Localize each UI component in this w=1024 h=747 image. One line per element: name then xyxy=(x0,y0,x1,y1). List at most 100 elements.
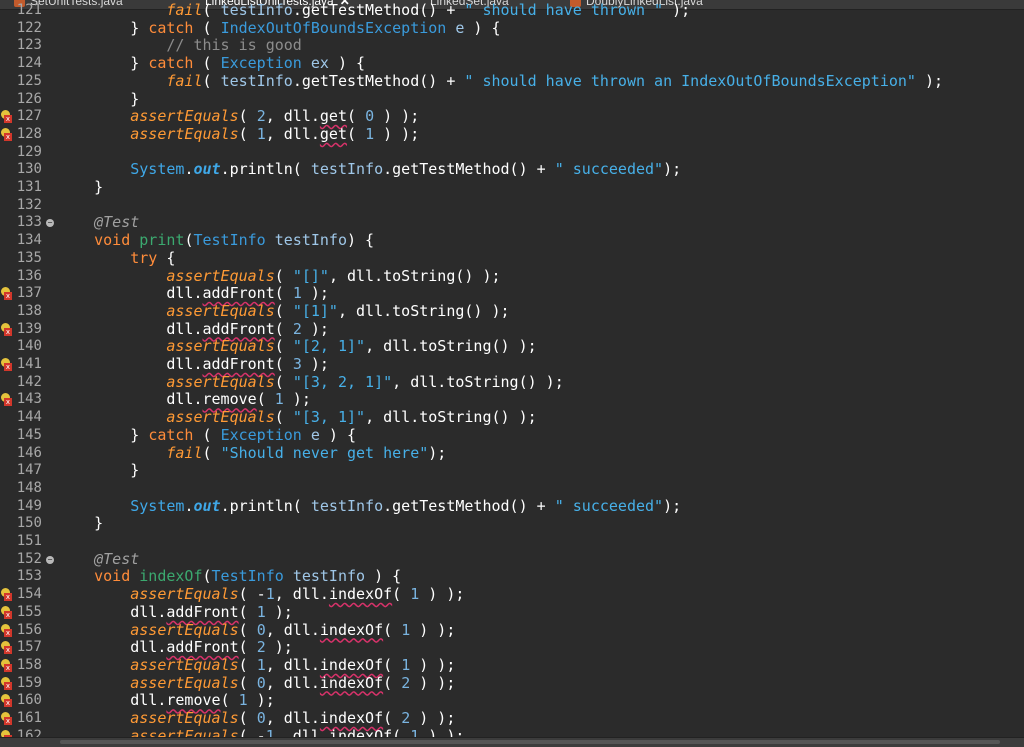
code-line[interactable]: x 159 assertEquals( 0, dll.indexOf( 2 ) )… xyxy=(0,674,1024,693)
code-line[interactable]: x 155 dll.addFront( 1 ); xyxy=(0,603,1024,622)
line-gutter[interactable]: x 127 xyxy=(0,108,52,126)
code-line[interactable]: x 139 dll.addFront( 2 ); xyxy=(0,320,1024,339)
quickfix-error-icon[interactable]: x xyxy=(1,322,13,336)
line-gutter[interactable]: 123 xyxy=(0,37,52,55)
quickfix-error-icon[interactable]: x xyxy=(1,658,13,672)
code-line[interactable]: 150 } xyxy=(0,515,1024,533)
code-line[interactable]: x 156 assertEquals( 0, dll.indexOf( 1 ) )… xyxy=(0,621,1024,640)
line-gutter[interactable]: 153 xyxy=(0,568,52,586)
line-gutter[interactable]: 121 xyxy=(0,2,52,20)
line-gutter[interactable]: 144 xyxy=(0,409,52,427)
line-gutter[interactable]: 151 xyxy=(0,533,52,551)
code-line[interactable]: 149 System.out.println( testInfo.getTest… xyxy=(0,497,1024,516)
quickfix-error-icon[interactable]: x xyxy=(1,641,13,655)
line-gutter[interactable]: 136 xyxy=(0,268,52,286)
code-editor[interactable]: 121 fail( testInfo.getTestMethod() + " s… xyxy=(0,1,1024,745)
line-gutter[interactable]: x 156 xyxy=(0,622,52,640)
code-line[interactable]: 152− @Test xyxy=(0,550,1024,569)
code-line[interactable]: 138 assertEquals( "[1]", dll.toString() … xyxy=(0,302,1024,321)
line-gutter[interactable]: 131 xyxy=(0,179,52,197)
fold-collapse-icon[interactable]: − xyxy=(46,555,54,564)
line-gutter[interactable]: 147 xyxy=(0,462,52,480)
line-gutter[interactable]: x 128 xyxy=(0,126,52,144)
code-line[interactable]: 126 } xyxy=(0,90,1024,109)
line-gutter[interactable]: 146 xyxy=(0,445,52,463)
quickfix-error-icon[interactable]: x xyxy=(1,712,13,725)
line-gutter[interactable]: x 160 xyxy=(0,692,52,710)
scrollbar-thumb[interactable] xyxy=(60,740,1000,744)
line-gutter[interactable]: x 158 xyxy=(0,657,52,675)
code-line[interactable]: x 128 assertEquals( 1, dll.get( 1 ) ); xyxy=(0,125,1024,144)
line-gutter[interactable]: 130 xyxy=(0,161,52,179)
quickfix-error-icon[interactable]: x xyxy=(1,588,13,602)
line-gutter[interactable]: 149 xyxy=(0,498,52,516)
code-line[interactable]: 153 void indexOf(TestInfo testInfo ) { xyxy=(0,568,1024,586)
code-line[interactable]: 140 assertEquals( "[2, 1]", dll.toString… xyxy=(0,337,1024,356)
code-line[interactable]: 134 void print(TestInfo testInfo) { xyxy=(0,231,1024,250)
line-gutter[interactable]: 134 xyxy=(0,232,52,250)
line-gutter[interactable]: 140 xyxy=(0,338,52,356)
line-gutter[interactable]: 129 xyxy=(0,144,52,162)
code-line[interactable]: x 154 assertEquals( -1, dll.indexOf( 1 ) … xyxy=(0,585,1024,604)
line-gutter[interactable]: 135 xyxy=(0,250,52,268)
line-gutter[interactable]: x 161 xyxy=(0,710,52,728)
quickfix-error-icon[interactable]: x xyxy=(1,393,13,407)
code-line[interactable]: x 158 assertEquals( 1, dll.indexOf( 1 ) )… xyxy=(0,656,1024,675)
line-gutter[interactable]: 122 xyxy=(0,20,52,38)
code-line[interactable]: 148 xyxy=(0,480,1024,498)
quickfix-error-icon[interactable]: x xyxy=(1,358,13,371)
line-gutter[interactable]: 142 xyxy=(0,374,52,392)
line-gutter[interactable]: 150 xyxy=(0,515,52,533)
quickfix-error-icon[interactable]: x xyxy=(1,287,13,301)
line-gutter[interactable]: 132 xyxy=(0,197,52,215)
line-gutter[interactable]: 148 xyxy=(0,480,52,498)
code-line[interactable]: 122 } catch ( IndexOutOfBoundsException … xyxy=(0,19,1024,38)
code-line[interactable]: 125 fail( testInfo.getTestMethod() + " s… xyxy=(0,72,1024,91)
code-line[interactable]: 129 xyxy=(0,144,1024,162)
line-gutter[interactable]: 138 xyxy=(0,303,52,321)
code-line[interactable]: 144 assertEquals( "[3, 1]", dll.toString… xyxy=(0,408,1024,427)
quickfix-error-icon[interactable]: x xyxy=(1,127,13,141)
line-gutter[interactable]: 125 xyxy=(0,73,52,91)
code-line[interactable]: x 160 dll.remove( 1 ); xyxy=(0,691,1024,710)
quickfix-error-icon[interactable]: x xyxy=(1,605,13,619)
code-line[interactable]: 142 assertEquals( "[3, 2, 1]", dll.toStr… xyxy=(0,373,1024,392)
code-line[interactable]: x 127 assertEquals( 2, dll.get( 0 ) ); xyxy=(0,107,1024,126)
code-line[interactable]: 136 assertEquals( "[]", dll.toString() )… xyxy=(0,267,1024,286)
code-line[interactable]: x 143 dll.remove( 1 ); xyxy=(0,391,1024,409)
code-line[interactable]: 123 // this is good xyxy=(0,37,1024,55)
line-gutter[interactable]: 145 xyxy=(0,427,52,445)
line-gutter[interactable]: x 159 xyxy=(0,675,52,693)
quickfix-error-icon[interactable]: x xyxy=(1,676,13,690)
line-gutter[interactable]: x 141 xyxy=(0,356,52,374)
line-gutter[interactable]: x 154 xyxy=(0,586,52,604)
quickfix-error-icon[interactable]: x xyxy=(1,110,13,124)
line-gutter[interactable]: 133− xyxy=(0,214,54,232)
code-line[interactable]: 133− @Test xyxy=(0,214,1024,232)
code-line[interactable]: 124 } catch ( Exception ex ) { xyxy=(0,54,1024,73)
code-line[interactable]: 135 try { xyxy=(0,249,1024,268)
code-line[interactable]: x 161 assertEquals( 0, dll.indexOf( 2 ) )… xyxy=(0,709,1024,728)
code-line[interactable]: x 157 dll.addFront( 2 ); xyxy=(0,638,1024,657)
quickfix-error-icon[interactable]: x xyxy=(1,694,13,708)
line-gutter[interactable]: x 137 xyxy=(0,285,52,303)
line-gutter[interactable]: 152− xyxy=(0,551,54,569)
fold-collapse-icon[interactable]: − xyxy=(46,219,54,228)
line-gutter[interactable]: x 157 xyxy=(0,639,52,657)
code-line[interactable]: 121 fail( testInfo.getTestMethod() + " s… xyxy=(0,1,1024,20)
line-gutter[interactable]: 126 xyxy=(0,91,52,109)
code-line[interactable]: x 141 dll.addFront( 3 ); xyxy=(0,355,1024,374)
code-line[interactable]: 151 xyxy=(0,533,1024,551)
code-line[interactable]: x 137 dll.addFront( 1 ); xyxy=(0,284,1024,303)
code-line[interactable]: 131 } xyxy=(0,178,1024,197)
code-line[interactable]: 132 xyxy=(0,197,1024,215)
quickfix-error-icon[interactable]: x xyxy=(1,623,13,637)
code-line[interactable]: 145 } catch ( Exception e ) { xyxy=(0,426,1024,445)
line-gutter[interactable]: x 143 xyxy=(0,391,52,409)
line-gutter[interactable]: x 139 xyxy=(0,321,52,339)
code-line[interactable]: 130 System.out.println( testInfo.getTest… xyxy=(0,160,1024,179)
code-line[interactable]: 147 } xyxy=(0,461,1024,480)
line-gutter[interactable]: x 155 xyxy=(0,604,52,622)
line-gutter[interactable]: 124 xyxy=(0,55,52,73)
code-line[interactable]: 146 fail( "Should never get here"); xyxy=(0,444,1024,463)
